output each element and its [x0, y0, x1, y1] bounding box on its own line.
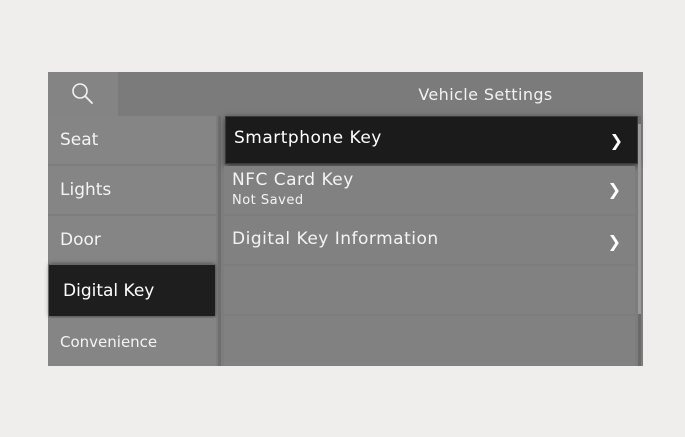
search-button[interactable]: [48, 72, 118, 116]
list-item-status: Not Saved: [232, 193, 304, 208]
vehicle-settings-screen: Vehicle Settings Seat Lights Door Digita…: [48, 72, 643, 366]
list-item-label: Digital Key Information: [232, 229, 439, 249]
chevron-right-icon: ❯: [607, 180, 621, 199]
list-item-label: NFC Card Key: [232, 170, 354, 190]
chevron-right-icon: ❯: [607, 232, 621, 251]
list-item-nfc-card-key[interactable]: NFC Card Key Not Saved ❯: [224, 166, 635, 214]
list-item-empty: [224, 316, 635, 366]
chevron-right-icon: ❯: [609, 131, 623, 150]
header-bar: Vehicle Settings: [48, 72, 643, 116]
scrollbar[interactable]: [638, 116, 641, 366]
sidebar-item-convenience[interactable]: Convenience: [48, 318, 216, 366]
sidebar-item-label: Door: [60, 230, 101, 250]
sidebar-item-seat[interactable]: Seat: [48, 116, 216, 164]
sidebar-item-label: Convenience: [60, 333, 158, 351]
sidebar-item-digital-key[interactable]: Digital Key: [49, 264, 215, 316]
search-icon: [72, 83, 93, 104]
sidebar-item-label: Seat: [60, 130, 99, 150]
sidebar-divider: [218, 116, 221, 366]
list-item-digital-key-information[interactable]: Digital Key Information ❯: [224, 216, 635, 264]
list-item-label: Smartphone Key: [234, 128, 382, 148]
list-item-empty: [224, 266, 635, 314]
sidebar-item-lights[interactable]: Lights: [48, 166, 216, 214]
sidebar-item-label: Lights: [60, 180, 112, 200]
sidebar: Seat Lights Door Digital Key Convenience: [48, 116, 216, 366]
sidebar-item-label: Digital Key: [63, 280, 155, 301]
list-item-smartphone-key[interactable]: Smartphone Key ❯: [225, 116, 638, 164]
page-title: Vehicle Settings: [418, 84, 553, 104]
scrollbar-thumb[interactable]: [638, 124, 641, 314]
settings-list: Smartphone Key ❯ NFC Card Key Not Saved …: [224, 116, 638, 366]
sidebar-item-door[interactable]: Door: [48, 216, 216, 264]
